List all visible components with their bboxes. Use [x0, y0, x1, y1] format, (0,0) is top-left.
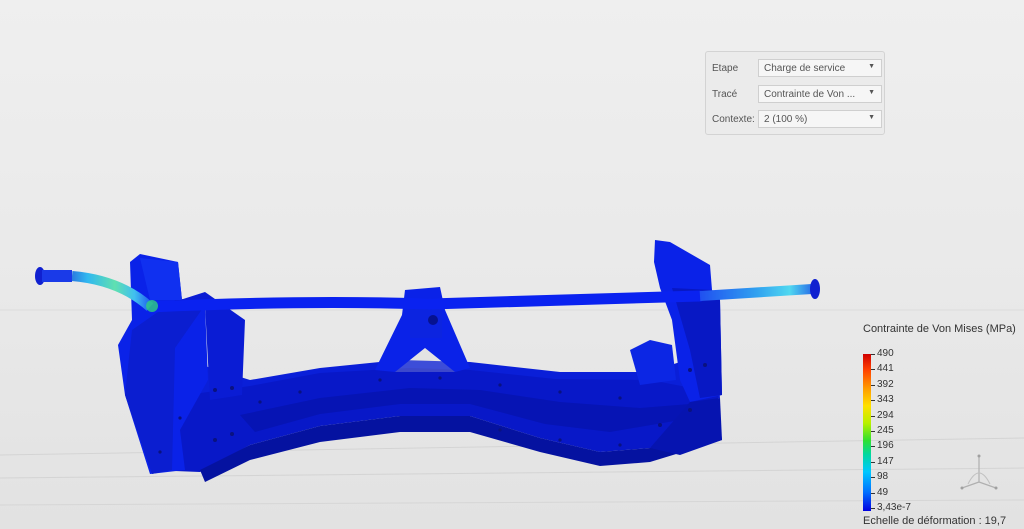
viewport-3d[interactable]: Etape Charge de service ▼ Tracé Contrain…	[0, 0, 1024, 529]
legend-tick-mark	[871, 400, 875, 401]
deformation-scale-label: Echelle de déformation : 19,7	[863, 515, 1007, 527]
context-row: Contexte: 2 (100 %) ▼	[706, 110, 886, 130]
chevron-down-icon: ▼	[868, 63, 875, 70]
legend-tick-mark	[871, 477, 875, 478]
legend-tick-mark	[871, 493, 875, 494]
context-dropdown[interactable]: 2 (100 %) ▼	[758, 110, 882, 128]
legend-tick-label: 196	[877, 440, 894, 451]
legend-color-bar	[863, 354, 871, 511]
legend-tick-mark	[871, 354, 875, 355]
chevron-down-icon: ▼	[868, 89, 875, 96]
legend-tick-label: 441	[877, 363, 894, 374]
context-value: 2 (100 %)	[764, 114, 808, 125]
plot-dropdown[interactable]: Contrainte de Von ... ▼	[758, 85, 882, 103]
legend-tick-label: 294	[877, 410, 894, 421]
chassis-frame	[118, 240, 722, 482]
results-panel: Etape Charge de service ▼ Tracé Contrain…	[705, 51, 885, 135]
legend-title: Contrainte de Von Mises (MPa)	[863, 323, 1016, 335]
legend-tick-mark	[871, 385, 875, 386]
legend-tick-mark	[871, 462, 875, 463]
step-dropdown[interactable]: Charge de service ▼	[758, 59, 882, 77]
plot-row: Tracé Contrainte de Von ... ▼	[706, 85, 886, 105]
legend-tick-label: 245	[877, 425, 894, 436]
legend-tick-label: 98	[877, 471, 889, 482]
legend-tick-mark	[871, 431, 875, 432]
legend-tick-mark	[871, 446, 875, 447]
chevron-down-icon: ▼	[868, 114, 875, 121]
legend-tick-mark	[871, 416, 875, 417]
legend-tick-label: 147	[877, 456, 894, 467]
legend-tick-label: 343	[877, 394, 894, 405]
legend-tick-mark	[871, 508, 875, 509]
legend-tick-label: 490	[877, 348, 894, 359]
legend-tick-label: 49	[877, 487, 889, 498]
plot-value: Contrainte de Von ...	[764, 89, 856, 100]
step-row: Etape Charge de service ▼	[706, 59, 886, 79]
legend-tick-label: 392	[877, 379, 894, 390]
step-label: Etape	[712, 63, 739, 74]
step-value: Charge de service	[764, 63, 846, 74]
plot-label: Tracé	[712, 89, 738, 100]
view-triad-icon[interactable]	[956, 452, 1002, 494]
legend-tick-label: 3,43e-7	[877, 502, 911, 513]
legend-tick-mark	[871, 369, 875, 370]
context-label: Contexte:	[712, 114, 755, 125]
